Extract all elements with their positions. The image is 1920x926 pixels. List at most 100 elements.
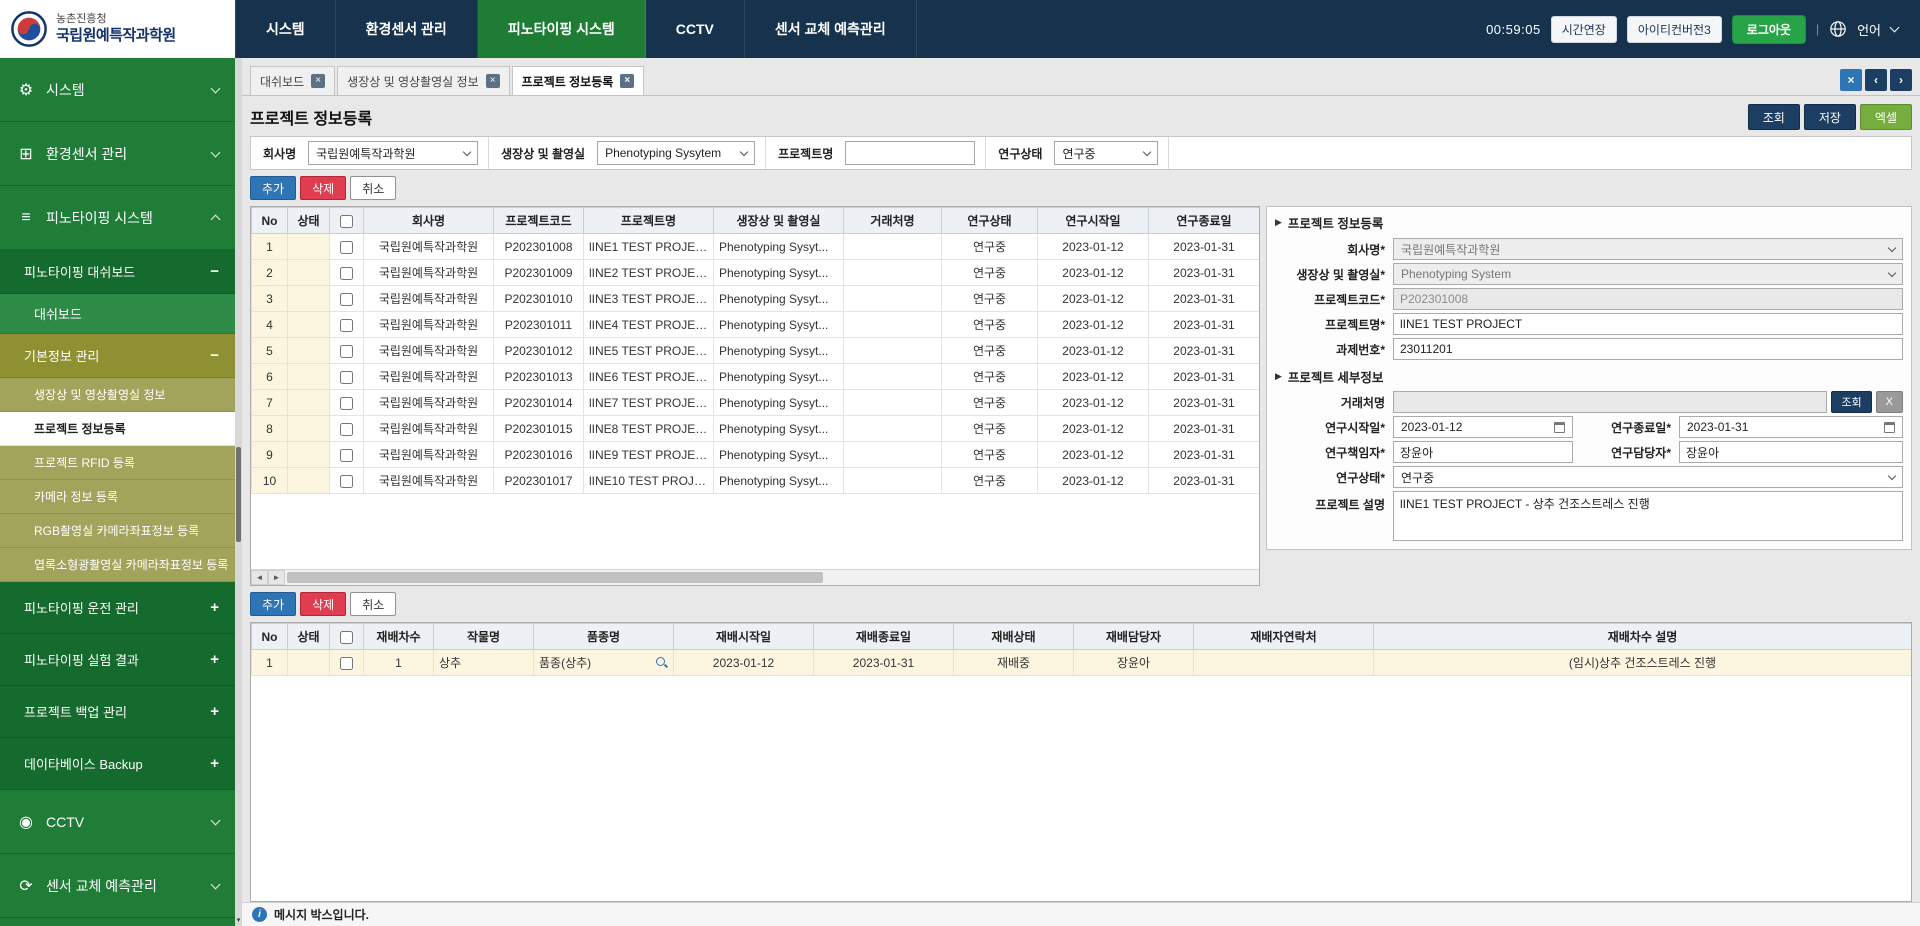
- row-checkbox-cell[interactable]: [330, 416, 364, 442]
- client-input[interactable]: [1393, 391, 1827, 413]
- sidebar-item-system[interactable]: ⚙ 시스템: [0, 58, 235, 122]
- extend-session-button[interactable]: 시간연장: [1551, 16, 1617, 43]
- cancel-project-button[interactable]: 취소: [350, 176, 396, 200]
- row-checkbox[interactable]: [340, 475, 353, 488]
- calendar-icon[interactable]: [1554, 422, 1565, 433]
- search-icon[interactable]: [655, 656, 668, 669]
- tab-chamber-info[interactable]: 생장상 및 영상촬영실 정보 ×: [337, 66, 509, 95]
- culture-table-row[interactable]: 1 1 상추 품종(상추): [252, 650, 1912, 676]
- close-all-tabs-button[interactable]: ×: [1840, 69, 1862, 91]
- prev-tab-button[interactable]: ‹: [1865, 69, 1887, 91]
- row-checkbox-cell[interactable]: [330, 364, 364, 390]
- sidebar-item-dashboard[interactable]: 대쉬보드: [0, 294, 235, 334]
- project-table-row[interactable]: 4국립원예특작과학원P202301011lINE4 TEST PROJECTPh…: [252, 312, 1260, 338]
- logout-button[interactable]: 로그아웃: [1732, 15, 1806, 44]
- excel-button[interactable]: 엑셀: [1860, 104, 1912, 130]
- sidebar-item-env-sensor[interactable]: ⊞ 환경센서 관리: [0, 122, 235, 186]
- next-tab-button[interactable]: ›: [1890, 69, 1912, 91]
- sidebar-group-operation-mgmt[interactable]: 피노타이핑 운전 관리 +: [0, 582, 235, 634]
- menu-sensor-replacement[interactable]: 센서 교체 예측관리: [745, 0, 917, 58]
- project-table-row[interactable]: 10국립원예특작과학원P202301017lINE10 TEST PROJE..…: [252, 468, 1260, 494]
- project-table-row[interactable]: 5국립원예특작과학원P202301012lINE5 TEST PROJECTPh…: [252, 338, 1260, 364]
- row-checkbox[interactable]: [340, 319, 353, 332]
- sidebar-group-phenotyping-dashboard[interactable]: 피노타이핑 대쉬보드 −: [0, 250, 235, 294]
- row-checkbox[interactable]: [340, 345, 353, 358]
- scrollbar-track[interactable]: [285, 570, 1259, 585]
- row-checkbox[interactable]: [340, 293, 353, 306]
- project-table-row[interactable]: 8국립원예특작과학원P202301015lINE8 TEST PROJECTPh…: [252, 416, 1260, 442]
- project-name-input[interactable]: [845, 141, 975, 165]
- row-checkbox-cell[interactable]: [330, 338, 364, 364]
- delete-project-button[interactable]: 삭제: [300, 176, 346, 200]
- form-company-select[interactable]: 국립원예특작과학원: [1393, 238, 1903, 260]
- status-filter-select[interactable]: 연구중: [1054, 141, 1158, 165]
- manager-input[interactable]: 장윤아: [1679, 441, 1903, 463]
- tab-dashboard[interactable]: 대쉬보드 ×: [250, 66, 335, 95]
- scrollbar-thumb[interactable]: [236, 447, 241, 542]
- sidebar-group-database-backup[interactable]: 데이타베이스 Backup +: [0, 738, 235, 790]
- project-code-input[interactable]: P202301008: [1393, 288, 1903, 310]
- project-table-row[interactable]: 1국립원예특작과학원P202301008lINE1 TEST PROJECTPh…: [252, 234, 1260, 260]
- select-all-checkbox[interactable]: [340, 215, 353, 228]
- chevron-down-icon[interactable]: [1890, 23, 1900, 33]
- client-search-button[interactable]: 조회: [1831, 391, 1871, 413]
- horizontal-scrollbar[interactable]: ◄ ►: [251, 569, 1259, 585]
- menu-phenotyping-system[interactable]: 피노타이핑 시스템: [478, 0, 646, 58]
- select-all-checkbox[interactable]: [340, 631, 353, 644]
- add-project-button[interactable]: 추가: [250, 176, 296, 200]
- sidebar-group-project-backup[interactable]: 프로젝트 백업 관리 +: [0, 686, 235, 738]
- project-table-row[interactable]: 2국립원예특작과학원P202301009lINE2 TEST PROJECTPh…: [252, 260, 1260, 286]
- menu-system[interactable]: 시스템: [235, 0, 336, 58]
- row-checkbox-cell[interactable]: [330, 390, 364, 416]
- search-button[interactable]: 조회: [1748, 104, 1800, 130]
- row-checkbox-cell[interactable]: [330, 312, 364, 338]
- form-project-name-input[interactable]: lINE1 TEST PROJECT: [1393, 313, 1903, 335]
- scroll-right-button[interactable]: ►: [268, 570, 285, 585]
- globe-icon[interactable]: [1829, 20, 1847, 38]
- row-checkbox[interactable]: [340, 449, 353, 462]
- row-checkbox[interactable]: [340, 397, 353, 410]
- row-checkbox-cell[interactable]: [330, 286, 364, 312]
- menu-cctv[interactable]: CCTV: [646, 0, 745, 58]
- sidebar-item-rgb-camera-coord[interactable]: RGB촬영실 카메라좌표정보 등록: [0, 514, 235, 548]
- tab-close-icon[interactable]: ×: [620, 74, 634, 88]
- row-checkbox-cell[interactable]: [330, 442, 364, 468]
- sidebar-item-chamber-info[interactable]: 생장상 및 영상촬영실 정보: [0, 378, 235, 412]
- sidebar-item-phenotyping-system[interactable]: ≡ 피노타이핑 시스템: [0, 186, 235, 250]
- delete-culture-button[interactable]: 삭제: [300, 592, 346, 616]
- row-checkbox-cell[interactable]: [330, 234, 364, 260]
- scroll-left-button[interactable]: ◄: [251, 570, 268, 585]
- sidebar-scrollbar[interactable]: ▾: [235, 58, 242, 926]
- calendar-icon[interactable]: [1884, 422, 1895, 433]
- project-table-row[interactable]: 7국립원예특작과학원P202301014lINE7 TEST PROJECTPh…: [252, 390, 1260, 416]
- lead-researcher-input[interactable]: 장윤아: [1393, 441, 1573, 463]
- menu-env-sensor[interactable]: 환경센서 관리: [336, 0, 478, 58]
- company-filter-select[interactable]: 국립원예특작과학원: [308, 141, 478, 165]
- row-checkbox[interactable]: [340, 371, 353, 384]
- sidebar-item-cctv[interactable]: ◉ CCTV: [0, 790, 235, 854]
- tab-close-icon[interactable]: ×: [311, 74, 325, 88]
- start-date-input[interactable]: 2023-01-12: [1393, 416, 1573, 438]
- task-number-input[interactable]: 23011201: [1393, 338, 1903, 360]
- sidebar-item-camera-info[interactable]: 카메라 정보 등록: [0, 480, 235, 514]
- it-converter-button[interactable]: 아이티컨버전3: [1627, 16, 1722, 43]
- sidebar-group-basic-info[interactable]: 기본정보 관리 −: [0, 334, 235, 378]
- sidebar-group-experiment-results[interactable]: 피노타이핑 실험 결과 +: [0, 634, 235, 686]
- row-checkbox[interactable]: [340, 657, 353, 670]
- sidebar-item-sensor-replacement[interactable]: ⟳ 센서 교체 예측관리: [0, 854, 235, 918]
- chamber-filter-select[interactable]: Phenotyping Sysytem: [597, 141, 755, 165]
- project-description-textarea[interactable]: lINE1 TEST PROJECT - 상추 건조스트레스 진행: [1393, 491, 1903, 541]
- scroll-down-icon[interactable]: ▾: [235, 916, 242, 924]
- sidebar-item-chlorophyll-camera-coord[interactable]: 엽록소형광촬영실 카메라좌표정보 등록: [0, 548, 235, 582]
- tab-close-icon[interactable]: ×: [486, 74, 500, 88]
- row-checkbox[interactable]: [340, 267, 353, 280]
- research-state-select[interactable]: 연구중: [1393, 466, 1903, 488]
- project-table-row[interactable]: 9국립원예특작과학원P202301016lINE9 TEST PROJECTPh…: [252, 442, 1260, 468]
- cancel-culture-button[interactable]: 취소: [350, 592, 396, 616]
- language-label[interactable]: 언어: [1857, 20, 1881, 39]
- project-table-row[interactable]: 6국립원예특작과학원P202301013lINE6 TEST PROJECTPh…: [252, 364, 1260, 390]
- scrollbar-thumb[interactable]: [287, 572, 823, 583]
- project-table-row[interactable]: 3국립원예특작과학원P202301010lINE3 TEST PROJECTPh…: [252, 286, 1260, 312]
- row-checkbox[interactable]: [340, 241, 353, 254]
- sidebar-item-project-registration[interactable]: 프로젝트 정보등록: [0, 412, 235, 446]
